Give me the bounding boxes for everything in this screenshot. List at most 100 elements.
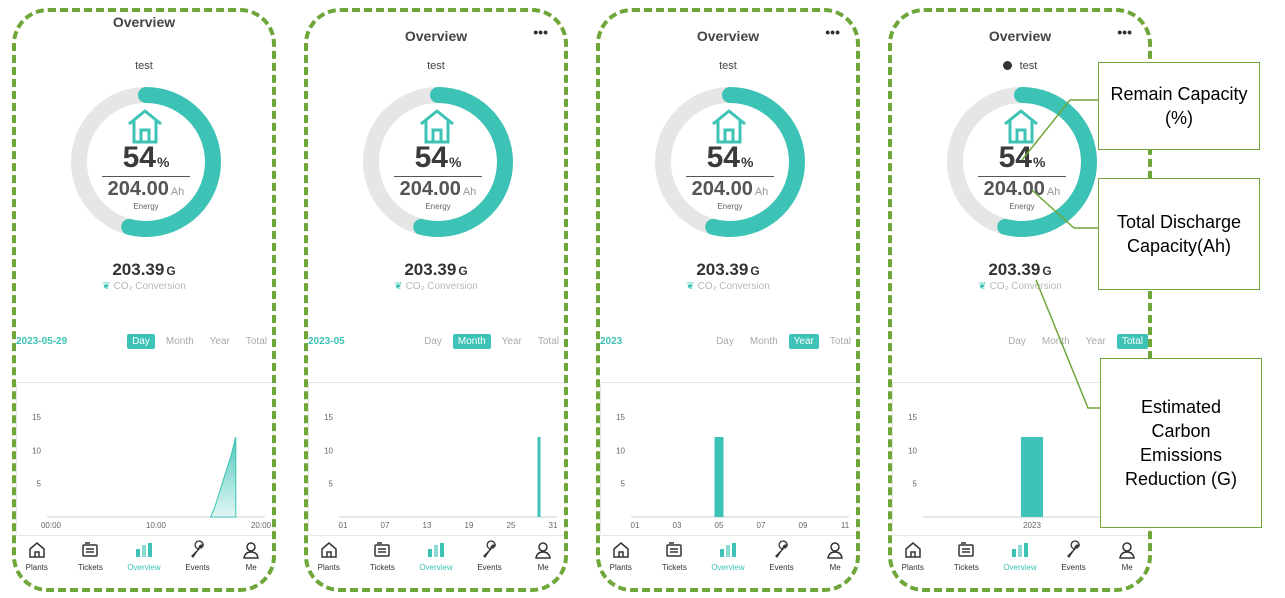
co2-unit: G	[166, 264, 176, 278]
carbon-reduction-callout-text: Estimated Carbon Emissions Reduction (G)	[1124, 397, 1238, 489]
tab-year[interactable]: Year	[788, 334, 819, 349]
nav-events[interactable]: Events	[173, 540, 223, 584]
nav-label: Me	[1121, 563, 1133, 572]
tab-year[interactable]: Year	[205, 334, 235, 349]
nav-label: Me	[829, 563, 841, 572]
house-icon	[1000, 106, 1042, 146]
tab-total[interactable]: Total	[241, 334, 272, 349]
x-tick-label: 00:00	[41, 521, 62, 530]
wrench-icon	[757, 540, 807, 560]
leaf-icon: ❦	[686, 281, 695, 292]
y-tick-label: 10	[324, 446, 333, 455]
co2-unit: G	[1042, 264, 1052, 278]
tab-total[interactable]: Total	[1116, 334, 1148, 349]
plant-name-text: test	[1019, 60, 1038, 72]
plant-name: test	[594, 60, 862, 72]
bar-05	[714, 437, 724, 517]
x-tick-label: 19	[465, 521, 474, 530]
nav-plants[interactable]: Plants	[12, 540, 62, 584]
tab-month[interactable]: Month	[745, 334, 783, 349]
plant-name-text: test	[135, 60, 153, 72]
percent-unit: %	[448, 154, 462, 170]
person-icon	[226, 540, 276, 560]
co2-value: 203.39	[404, 260, 457, 279]
energy-unit: Ah	[1046, 186, 1061, 198]
nav-overview[interactable]: Overview	[411, 540, 461, 584]
nav-events[interactable]: Events	[1049, 540, 1099, 584]
co2-reduction-value: 203.39 G	[302, 260, 570, 280]
nav-overview[interactable]: Overview	[703, 540, 753, 584]
remain-capacity-percent: 54%	[358, 142, 518, 178]
period-date[interactable]: 2023	[600, 336, 622, 347]
tab-month[interactable]: Month	[1037, 334, 1075, 349]
y-tick-label: 10	[32, 446, 41, 455]
energy-chart: 5 10 15 01 03 05 07 09 11	[600, 382, 858, 536]
app-screen-3: Overview ••• test 54% 204.00 Ah Energy 203.39 G ❦…	[594, 4, 862, 592]
percent-value: 54	[998, 141, 1032, 174]
nav-me[interactable]: Me	[810, 540, 860, 584]
capacity-ring: 54% 204.00 Ah Energy	[358, 82, 518, 242]
nav-plants[interactable]: Plants	[304, 540, 354, 584]
x-tick-label: 01	[631, 521, 640, 530]
wrench-icon	[173, 540, 223, 560]
nav-tickets[interactable]: Tickets	[649, 540, 699, 584]
more-options-button[interactable]: •••	[533, 24, 548, 40]
nav-label: Me	[245, 563, 257, 572]
tab-day[interactable]: Day	[419, 334, 447, 349]
remain-capacity-callout-text: Remain Capacity (%)	[1110, 84, 1248, 128]
nav-plants[interactable]: Plants	[888, 540, 938, 584]
tab-year[interactable]: Year	[1081, 334, 1111, 349]
nav-overview[interactable]: Overview	[119, 540, 169, 584]
energy-label: Energy	[717, 202, 743, 211]
energy-value: 204.00	[691, 178, 753, 200]
tab-month[interactable]: Month	[452, 334, 491, 349]
ring-divider	[102, 176, 190, 177]
nav-events[interactable]: Events	[465, 540, 515, 584]
bar-2023	[1021, 437, 1043, 517]
tab-year[interactable]: Year	[497, 334, 527, 349]
tab-day[interactable]: Day	[1003, 334, 1031, 349]
more-options-button[interactable]: •••	[825, 24, 840, 40]
co2-reduction-value: 203.39 G	[594, 260, 862, 280]
x-tick-label: 09	[799, 521, 808, 530]
tab-day[interactable]: Day	[127, 334, 155, 349]
nav-overview[interactable]: Overview	[995, 540, 1045, 584]
co2-conversion-label: ❦ CO₂ Conversion	[10, 281, 278, 292]
percent-unit: %	[1032, 154, 1046, 170]
percent-value: 54	[706, 141, 740, 174]
nav-tickets[interactable]: Tickets	[357, 540, 407, 584]
nav-tickets[interactable]: Tickets	[65, 540, 115, 584]
y-tick-label: 5	[329, 480, 334, 489]
y-tick-label: 5	[913, 480, 918, 489]
tab-day[interactable]: Day	[711, 334, 739, 349]
home-icon	[596, 540, 646, 560]
nav-plants[interactable]: Plants	[596, 540, 646, 584]
page-title: Overview	[696, 28, 760, 44]
period-date[interactable]: 2023-05	[308, 336, 345, 347]
nav-label: Plants	[609, 563, 632, 572]
tab-total[interactable]: Total	[825, 334, 856, 349]
person-icon	[1102, 540, 1152, 560]
tab-total[interactable]: Total	[533, 334, 564, 349]
wrench-icon	[1049, 540, 1099, 560]
bar-chart-icon	[995, 540, 1045, 560]
capacity-ring: 54% 204.00 Ah Energy	[650, 82, 810, 242]
energy-chart-svg: 5 10 15 01 03 05 07 09 11	[616, 413, 850, 530]
nav-me[interactable]: Me	[1102, 540, 1152, 584]
ring-divider	[686, 176, 774, 177]
nav-events[interactable]: Events	[757, 540, 807, 584]
co2-reduction-value: 203.39 G	[10, 260, 278, 280]
tab-month[interactable]: Month	[161, 334, 199, 349]
remain-capacity-percent: 54%	[942, 142, 1102, 178]
co2-conversion-label: ❦ CO₂ Conversion	[594, 281, 862, 292]
period-tabs: Day Month Year Total	[1003, 334, 1148, 349]
nav-tickets[interactable]: Tickets	[941, 540, 991, 584]
more-options-button[interactable]: •••	[1117, 24, 1132, 40]
nav-me[interactable]: Me	[518, 540, 568, 584]
x-tick-label: 07	[757, 521, 766, 530]
x-tick-label: 05	[715, 521, 724, 530]
bar-chart-icon	[411, 540, 461, 560]
total-discharge-capacity: 204.00 Ah	[358, 178, 518, 203]
period-date[interactable]: 2023-05-29	[16, 336, 67, 347]
nav-me[interactable]: Me	[226, 540, 276, 584]
